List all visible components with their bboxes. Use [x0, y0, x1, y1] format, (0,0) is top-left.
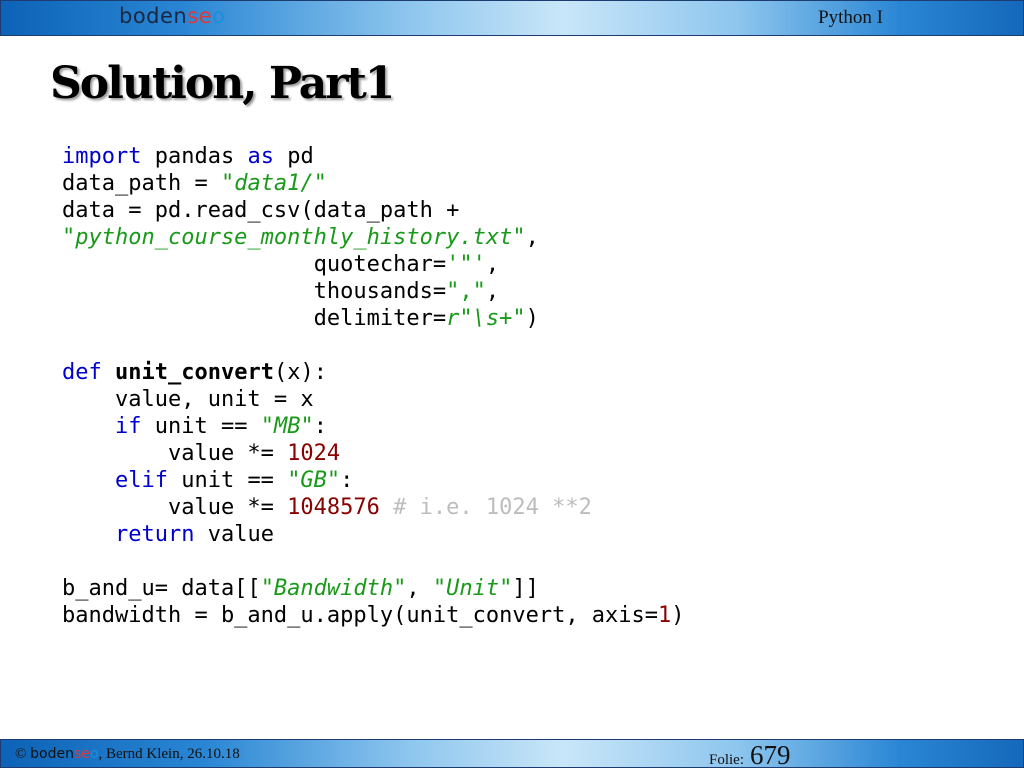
footer-brand-part1: boden [30, 746, 74, 762]
code-line: if unit == "MB": [114, 414, 327, 439]
footer-brand-part2: se [73, 746, 90, 762]
footer-author-date: , Bernd Klein, 26.10.18 [98, 746, 240, 762]
code-line: value *= 1048576 # i.e. 1024 **2 [62, 495, 592, 520]
folie-label: Folie: [709, 752, 745, 768]
folie-number: 679 [750, 740, 791, 770]
header-bar: bodenseo Python I [0, 0, 1024, 36]
slide-number: Folie: 679 [709, 740, 791, 771]
code-line: b_and_u= data[["Bandwidth", "Unit"]] [62, 576, 539, 601]
code-line: data = pd.read_csv(data_path + [62, 198, 460, 223]
footer-credits: © bodenseo, Bernd Klein, 26.10.18 [15, 746, 240, 763]
footer-brand: bodenseo [30, 746, 98, 762]
code-block: import pandas as pd data_path = "data1/" d… [62, 143, 685, 629]
logo-text-part1: boden [119, 4, 188, 28]
logo-text-part2: se [187, 4, 213, 28]
logo-text-part3: o [212, 4, 226, 28]
code-line: return value [114, 522, 274, 547]
code-line: bandwidth = b_and_u.apply(unit_convert, … [62, 603, 685, 628]
course-title: Python I [818, 7, 883, 28]
code-line: data_path = "data1/" [62, 171, 327, 196]
code-line: delimiter=r"\s+") [62, 306, 539, 331]
bodenseo-logo: bodenseo [119, 4, 225, 28]
code-line: quotechar='"', [62, 252, 500, 277]
code-line: value, unit = x [62, 387, 314, 412]
code-line: elif unit == "GB": [114, 468, 354, 493]
footer-bar: © bodenseo, Bernd Klein, 26.10.18 Folie:… [0, 739, 1024, 771]
code-line: import pandas as pd [62, 144, 314, 169]
copyright-symbol: © [15, 746, 27, 762]
slide-title: Solution, Part1 [50, 58, 395, 109]
code-line: "python_course_monthly_history.txt", [62, 225, 539, 250]
code-line: def unit_convert(x): [62, 360, 327, 385]
code-line: thousands=",", [62, 279, 500, 304]
code-line: value *= 1024 [62, 441, 341, 466]
